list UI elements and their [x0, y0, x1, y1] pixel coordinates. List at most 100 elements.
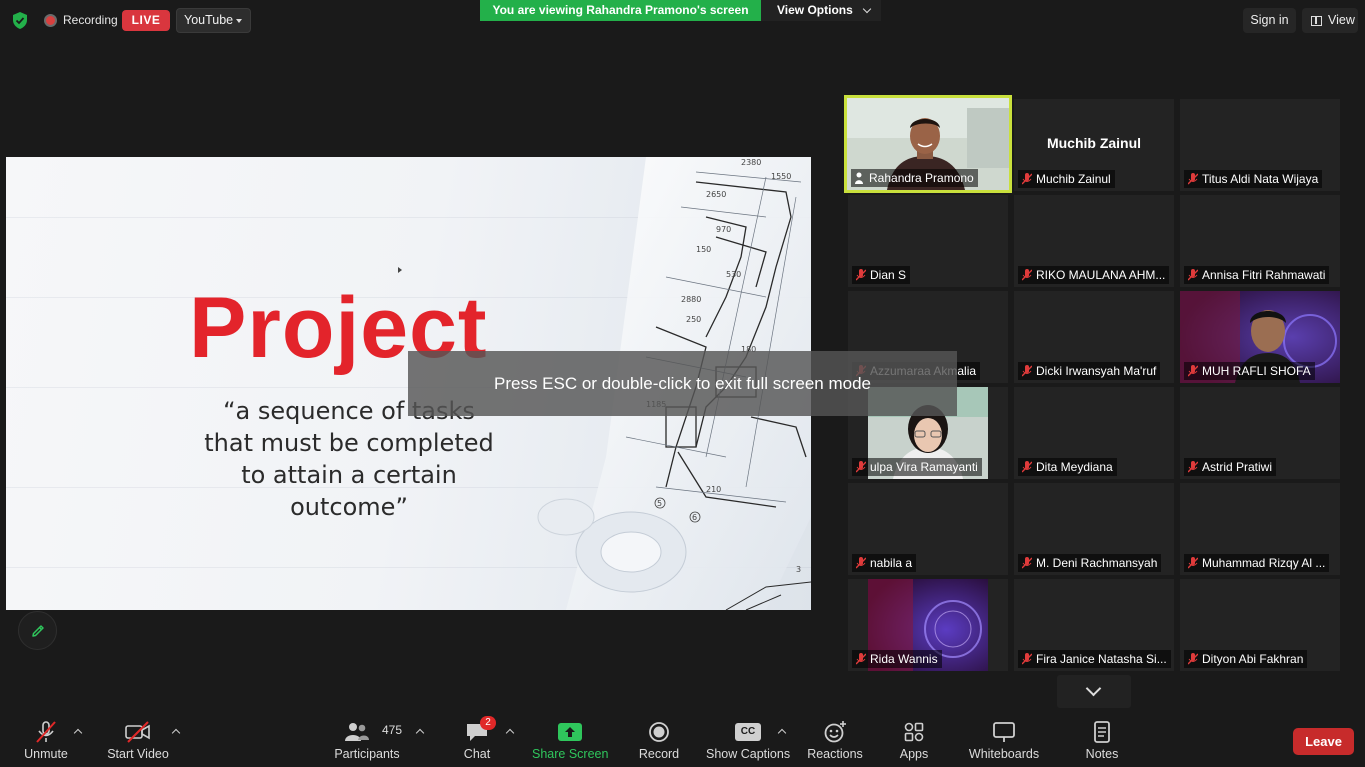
zoom-meeting-window: Recording LIVE YouTube You are viewing R… [0, 0, 1365, 767]
participants-button[interactable]: 475 Participants [330, 712, 404, 767]
participant-tile[interactable]: Annisa Fitri Rahmawati [1180, 195, 1340, 287]
quote-line: outcome” [290, 493, 408, 521]
participant-tile[interactable]: nabila a [848, 483, 1008, 575]
participant-name: Muhammad Rizqy Al ... [1184, 554, 1330, 572]
caret-up-icon [415, 728, 425, 738]
notes-icon [1094, 721, 1110, 743]
notes-button[interactable]: Notes [1080, 712, 1124, 767]
recording-label[interactable]: Recording [63, 13, 118, 27]
chat-button[interactable]: 2 Chat [455, 712, 499, 767]
whiteboard-icon [993, 722, 1015, 742]
svg-text:2880: 2880 [681, 295, 701, 304]
muted-mic-icon [856, 461, 866, 473]
apps-icon [904, 722, 924, 742]
participant-tile[interactable]: Dian S [848, 195, 1008, 287]
muted-mic-icon [856, 653, 866, 665]
sign-in-button[interactable]: Sign in [1243, 8, 1296, 33]
participant-count: 475 [382, 723, 403, 737]
svg-text:210: 210 [706, 485, 721, 494]
participant-tile[interactable]: RIKO MAULANA AHM... [1014, 195, 1174, 287]
muted-mic-icon [1188, 173, 1198, 185]
muted-mic-icon [1022, 173, 1032, 185]
participant-name: Dian S [852, 266, 911, 284]
start-video-button[interactable]: Start Video [104, 712, 172, 767]
stream-target-dropdown[interactable]: YouTube [176, 8, 251, 33]
participant-tile[interactable]: Dita Meydiana [1014, 387, 1174, 479]
svg-text:6: 6 [692, 513, 697, 522]
record-label: Record [638, 747, 680, 761]
leave-button[interactable]: Leave [1293, 728, 1354, 755]
whiteboards-label: Whiteboards [968, 747, 1040, 761]
reactions-button[interactable]: Reactions [806, 712, 864, 767]
chevron-down-icon [862, 4, 872, 14]
view-label: View [1328, 13, 1355, 27]
view-options-button[interactable]: View Options [761, 0, 881, 21]
annotate-button[interactable] [18, 611, 57, 650]
chat-label: Chat [463, 747, 491, 761]
participant-name: Dita Meydiana [1018, 458, 1117, 476]
meeting-toolbar: Unmute Start Video 475 Participants 2 Ch… [0, 712, 1365, 767]
view-button[interactable]: View [1302, 8, 1358, 33]
participants-options-caret[interactable] [412, 712, 428, 767]
muted-mic-icon [1188, 365, 1198, 377]
apps-button[interactable]: Apps [892, 712, 936, 767]
quote-line: that must be completed [204, 429, 494, 457]
captions-options-caret[interactable] [774, 712, 790, 767]
chat-unread-badge: 2 [480, 716, 496, 730]
gallery-next-page-button[interactable] [1057, 675, 1131, 708]
participant-name: MUH RAFLI SHOFA [1184, 362, 1315, 380]
caret-up-icon [171, 728, 181, 738]
muted-mic-icon [36, 721, 56, 743]
svg-text:2650: 2650 [706, 190, 726, 199]
whiteboards-button[interactable]: Whiteboards [966, 712, 1042, 767]
audio-options-caret[interactable] [70, 712, 86, 767]
participant-name: Titus Aldi Nata Wijaya [1184, 170, 1323, 188]
pencil-icon [32, 625, 44, 637]
participant-tile[interactable]: Muhammad Rizqy Al ... [1180, 483, 1340, 575]
record-button[interactable]: Record [634, 712, 684, 767]
video-options-caret[interactable] [168, 712, 184, 767]
participant-tile[interactable]: Dicki Irwansyah Ma'ruf [1014, 291, 1174, 383]
reactions-label: Reactions [807, 747, 863, 761]
participant-name: Annisa Fitri Rahmawati [1184, 266, 1330, 284]
unmute-label: Unmute [24, 747, 68, 761]
stream-target-label: YouTube [184, 13, 234, 27]
svg-text:250: 250 [686, 315, 701, 324]
participant-tile[interactable]: Muchib Zainul Muchib Zainul [1014, 99, 1174, 191]
participant-name: Dicki Irwansyah Ma'ruf [1018, 362, 1161, 380]
muted-mic-icon [856, 269, 866, 281]
caret-up-icon [505, 728, 515, 738]
participant-tile[interactable]: Dityon Abi Fakhran [1180, 579, 1340, 671]
chat-options-caret[interactable] [502, 712, 518, 767]
share-screen-button[interactable]: Share Screen [532, 712, 608, 767]
layout-grid-icon [1311, 16, 1322, 26]
notes-label: Notes [1085, 747, 1119, 761]
participant-name: M. Deni Rachmansyah [1018, 554, 1162, 572]
svg-text:5: 5 [657, 499, 662, 508]
participant-name: Muchib Zainul [1018, 170, 1115, 188]
participant-tile[interactable]: Titus Aldi Nata Wijaya [1180, 99, 1340, 191]
muted-mic-icon [1022, 269, 1032, 281]
participant-tile[interactable]: Rahandra Pramono [844, 95, 1012, 193]
muted-mic-icon [1022, 365, 1032, 377]
muted-mic-icon [1188, 269, 1198, 281]
viewing-screen-banner: You are viewing Rahandra Pramono's scree… [480, 0, 761, 21]
muted-mic-icon [1188, 653, 1198, 665]
participant-display-name: Muchib Zainul [1046, 135, 1142, 151]
live-badge[interactable]: LIVE [122, 10, 170, 31]
participant-tile[interactable]: MUH RAFLI SHOFA [1180, 291, 1340, 383]
participant-tile[interactable]: Fira Janice Natasha Si... [1014, 579, 1174, 671]
participant-tile[interactable]: Rida Wannis [848, 579, 1008, 671]
caret-up-icon [777, 728, 787, 738]
shield-icon[interactable] [12, 12, 28, 29]
apps-label: Apps [899, 747, 929, 761]
start-video-label: Start Video [107, 747, 169, 761]
participant-name: Rida Wannis [852, 650, 942, 668]
unmute-button[interactable]: Unmute [18, 712, 74, 767]
participant-name: Astrid Pratiwi [1184, 458, 1277, 476]
participant-tile[interactable]: Astrid Pratiwi [1180, 387, 1340, 479]
participant-tile[interactable]: M. Deni Rachmansyah [1014, 483, 1174, 575]
record-icon [649, 722, 669, 742]
caret-up-icon [73, 728, 83, 738]
closed-captions-icon: CC [735, 723, 761, 741]
